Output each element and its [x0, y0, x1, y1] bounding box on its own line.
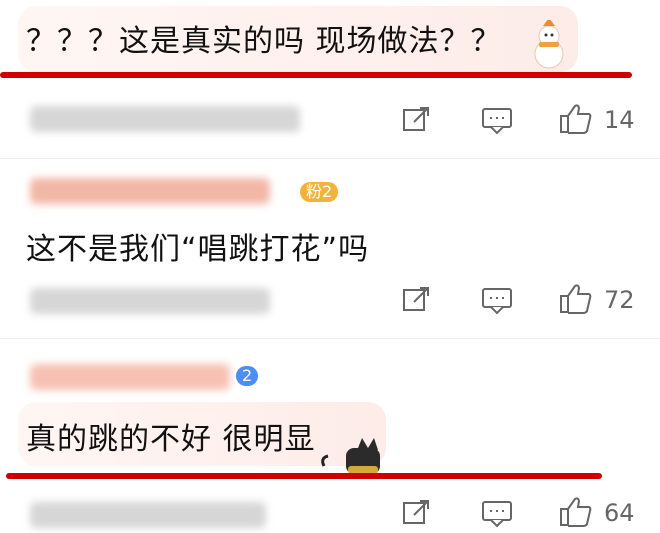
snowman-sticker: [525, 18, 573, 72]
comment-text-3: 真的跳的不好 很明显: [26, 422, 316, 457]
comment-icon[interactable]: [480, 284, 514, 320]
comment-1-meta-blurred: [30, 106, 300, 132]
share-icon[interactable]: [400, 284, 432, 320]
thumbs-up-icon[interactable]: [558, 282, 594, 320]
underline-red-2: [6, 473, 602, 479]
thumbs-up-icon[interactable]: [558, 102, 594, 140]
share-icon[interactable]: [400, 497, 432, 533]
underline-red-1: [0, 72, 632, 78]
fan-level-badge-3: 2: [236, 366, 259, 386]
comment-text-2: 这不是我们“唱跳打花”吗: [26, 232, 370, 267]
like-count-1: 14: [604, 106, 635, 134]
thumbs-up-icon[interactable]: [558, 495, 594, 533]
comment-3-username-blurred: [30, 364, 230, 390]
fan-level-badge-2: 粉2: [300, 182, 339, 202]
comment-text-1: ？？？这是真实的吗 现场做法？？: [26, 24, 502, 59]
comment-2-meta-blurred: [30, 288, 270, 314]
share-icon[interactable]: [400, 104, 432, 140]
comment-icon[interactable]: [480, 497, 514, 533]
like-count-2: 72: [604, 286, 635, 314]
comment-icon[interactable]: [480, 104, 514, 140]
comment-2-username-blurred: [30, 178, 270, 204]
like-count-3: 64: [604, 499, 635, 527]
divider-2: [0, 338, 660, 339]
divider-1: [0, 158, 660, 159]
comment-3-meta-blurred: [30, 502, 266, 528]
